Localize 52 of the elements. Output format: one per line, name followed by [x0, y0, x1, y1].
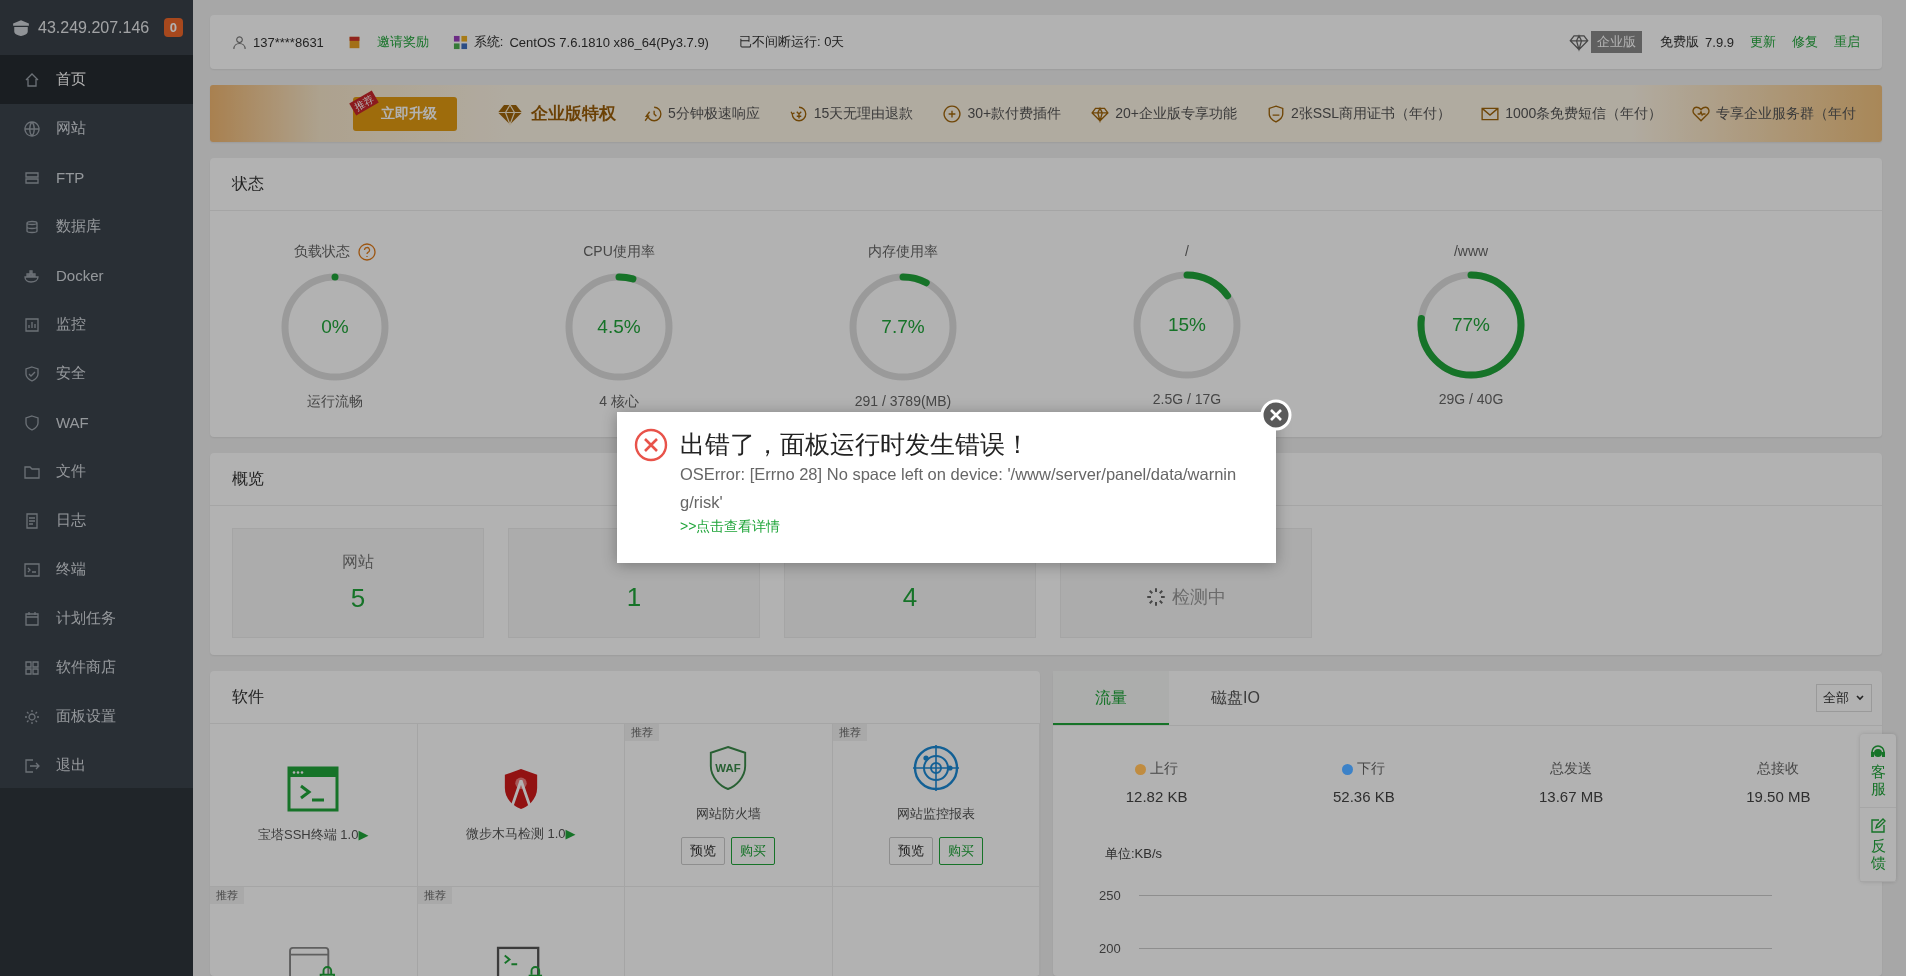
feature-text: 30+款付费插件 — [967, 104, 1062, 123]
gauge-value: 15% — [1168, 314, 1206, 336]
feature-text: 2张SSL商用证书（年付） — [1290, 104, 1452, 123]
chart-unit: 单位:KB/s — [1105, 845, 1164, 863]
feature-text: 专享企业服务群（年付 — [1716, 104, 1857, 123]
gauge-label: 内存使用率 — [868, 243, 938, 261]
feature-text: 1000条免费短信（年付） — [1505, 104, 1663, 123]
banner-title: 企业版特权 — [531, 103, 616, 125]
gauge-caption: 291 / 3789(MB) — [854, 393, 952, 409]
gauge-value: 4.5% — [597, 316, 641, 338]
system-info: CentOS 7.6.1810 x86_64(Py3.7.9) — [509, 34, 709, 50]
axis-tick-label: 200 — [1099, 941, 1122, 956]
feature-text: 5分钟极速响应 — [668, 104, 760, 123]
stat-label: 总发送 — [1550, 760, 1593, 778]
feature-text: 20+企业版专享功能 — [1115, 104, 1237, 123]
recommend-tag: 推荐 — [210, 887, 244, 904]
gauge-caption: 2.5G / 17G — [1152, 391, 1222, 407]
card-count: 5 — [350, 583, 366, 614]
stat-label: 总接收 — [1757, 760, 1800, 778]
stat-value: 52.36 KB — [1333, 788, 1395, 805]
gauge-value: 0% — [321, 316, 349, 338]
card-label: 网站 — [342, 552, 374, 572]
panel-title: 软件 — [210, 671, 1040, 724]
recommend-tag: 推荐 — [417, 887, 452, 904]
uptime-text: 已不间断运行: 0天 — [738, 33, 845, 51]
recommend-tag: 推荐 — [625, 724, 659, 741]
panel-title: 状态 — [210, 158, 1882, 211]
gauge-value: 7.7% — [881, 316, 925, 338]
card-count: 4 — [902, 581, 918, 613]
gauge-caption: 29G / 40G — [1438, 391, 1504, 407]
gauge-caption: 4 核心 — [599, 393, 639, 411]
gauge-value: 77% — [1452, 314, 1490, 336]
gauge-caption: 运行流畅 — [307, 393, 363, 411]
user-phone: 137****8631 — [253, 34, 324, 50]
stat-value: 12.82 KB — [1125, 788, 1188, 805]
feature-text: 15天无理由退款 — [813, 104, 914, 123]
gauge-label: /www — [1453, 243, 1489, 259]
version-text: 7.9.9 — [1705, 34, 1734, 50]
stat-label: 上行 — [1150, 760, 1179, 778]
gauge-label: / — [1185, 243, 1189, 259]
stat-value: 13.67 MB — [1539, 788, 1604, 805]
gauge-label: CPU使用率 — [583, 243, 655, 261]
loading-text: 检测中 — [1172, 586, 1226, 609]
axis-tick-label: 250 — [1099, 888, 1122, 903]
server-address: 43.249.207.146 — [38, 18, 151, 37]
system-label: 系统: — [473, 33, 504, 51]
edition-text: 免费版 — [1660, 33, 1700, 51]
card-count: 1 — [626, 581, 642, 613]
stat-label: 下行 — [1357, 760, 1386, 778]
gauge-label: 负载状态 — [294, 243, 350, 261]
stat-value: 19.50 MB — [1746, 788, 1811, 805]
recommend-tag: 推荐 — [832, 724, 867, 741]
